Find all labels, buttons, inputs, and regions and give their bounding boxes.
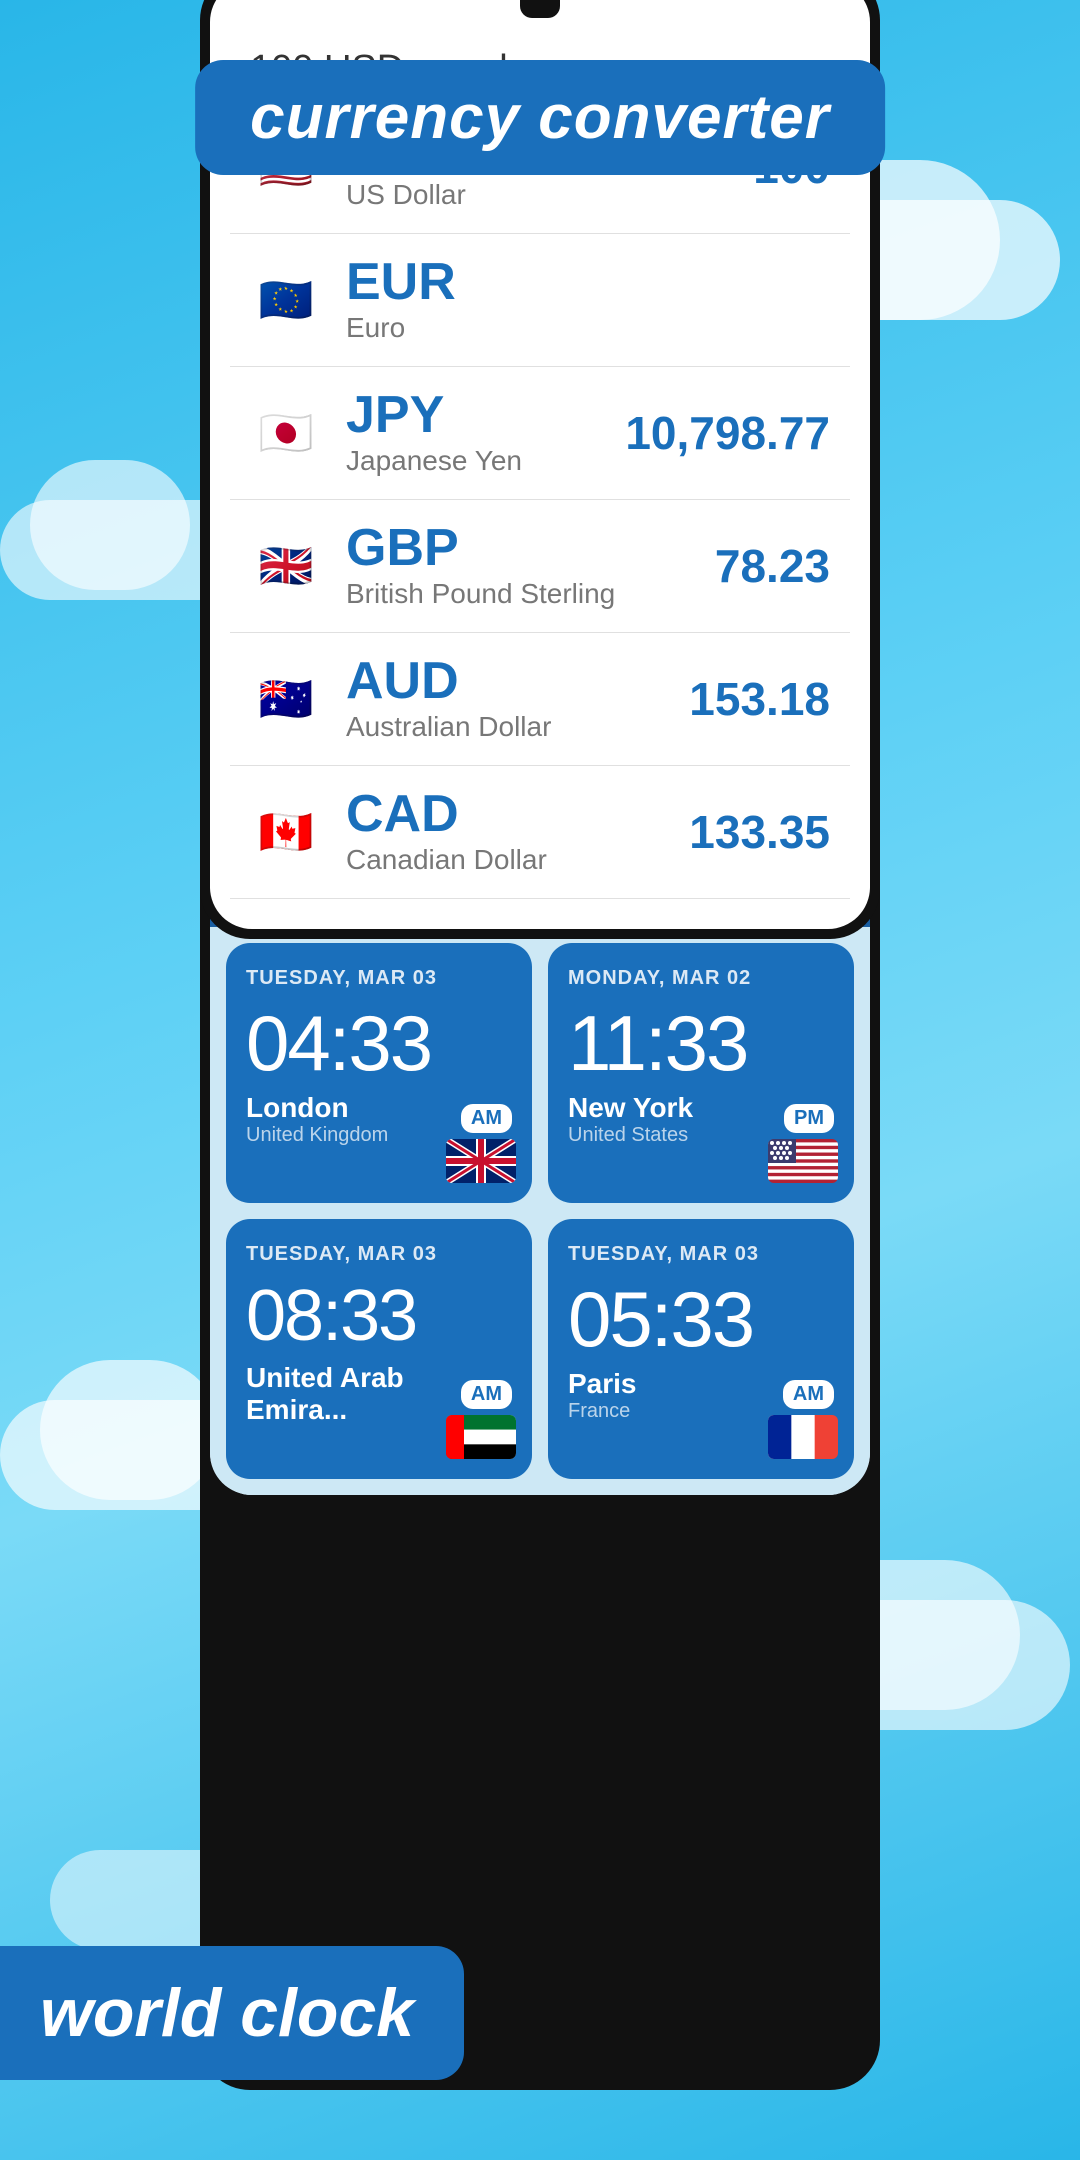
clock-date-london: TUESDAY, MAR 03 [246,967,512,990]
world-clock-banner: world clock [0,1946,464,2080]
currency-row-gbp[interactable]: 🇬🇧 GBP British Pound Sterling 78.23 [230,500,850,633]
flag-us [768,1139,838,1183]
currency-converter-label: currency converter [250,83,830,152]
flag-jpy: 🇯🇵 [250,397,322,469]
ampm-badge-uae: AM [461,1380,512,1409]
clock-card-uae[interactable]: TUESDAY, MAR 03 08:33 AM United Arab Emi… [226,1219,532,1479]
clock-date-newyork: MONDAY, MAR 02 [568,967,834,990]
currency-name-usd: US Dollar [346,179,753,211]
currency-code-eur: EUR [346,256,830,308]
clocks-grid: TUESDAY, MAR 03 04:33 AM London United K… [210,927,870,1495]
currency-row-eur[interactable]: 🇪🇺 EUR Euro [230,234,850,367]
flag-ae [446,1415,516,1459]
currency-row-cad[interactable]: 🇨🇦 CAD Canadian Dollar 133.35 [230,766,850,899]
currency-code-jpy: JPY [346,389,625,441]
flag-gbp: 🇬🇧 [250,530,322,602]
clock-date-paris: TUESDAY, MAR 03 [568,1243,834,1266]
currency-info-gbp: GBP British Pound Sterling [346,522,715,610]
flag-cad: 🇨🇦 [250,796,322,868]
clock-card-paris[interactable]: TUESDAY, MAR 03 05:33 AM Paris France [548,1219,854,1479]
currency-row-aud[interactable]: 🇦🇺 AUD Australian Dollar 153.18 [230,633,850,766]
currency-code-gbp: GBP [346,522,715,574]
currency-info-eur: EUR Euro [346,256,830,344]
ampm-badge-london: AM [461,1104,512,1133]
world-clock-label: world clock [40,1975,414,2051]
clock-date-uae: TUESDAY, MAR 03 [246,1243,512,1266]
currency-info-aud: AUD Australian Dollar [346,655,689,743]
currency-code-aud: AUD [346,655,689,707]
currency-name-eur: Euro [346,312,830,344]
clock-time-london: 04:33 [246,1004,512,1082]
clock-time-paris: 05:33 [568,1280,834,1358]
clock-time-newyork: 11:33 [568,1004,834,1082]
clock-card-newyork[interactable]: MONDAY, MAR 02 11:33 PM New York United … [548,943,854,1203]
currency-converter-phone: currency converter 100 USD equals: 🇺🇸 US… [200,0,880,939]
flag-eur: 🇪🇺 [250,264,322,336]
ampm-badge-newyork: PM [784,1104,834,1133]
currency-name-cad: Canadian Dollar [346,844,689,876]
currency-list: 🇺🇸 USD US Dollar 100 🇪🇺 EUR Euro 🇯🇵 [210,101,870,899]
currency-name-jpy: Japanese Yen [346,445,625,477]
currency-value-aud: 153.18 [689,672,830,726]
flag-aud: 🇦🇺 [250,663,322,735]
currency-code-cad: CAD [346,788,689,840]
clock-card-london[interactable]: TUESDAY, MAR 03 04:33 AM London United K… [226,943,532,1203]
ampm-badge-paris: AM [783,1380,834,1409]
flag-fr [768,1415,838,1459]
currency-info-cad: CAD Canadian Dollar [346,788,689,876]
currency-row-jpy[interactable]: 🇯🇵 JPY Japanese Yen 10,798.77 [230,367,850,500]
currency-value-gbp: 78.23 [715,539,830,593]
currency-converter-banner: currency converter [195,60,885,175]
currency-info-jpy: JPY Japanese Yen [346,389,625,477]
currency-name-gbp: British Pound Sterling [346,578,715,610]
currency-value-jpy: 10,798.77 [625,406,830,460]
clock-time-uae: 08:33 [246,1280,512,1352]
flag-uk [446,1139,516,1183]
currency-value-cad: 133.35 [689,805,830,859]
currency-name-aud: Australian Dollar [346,711,689,743]
